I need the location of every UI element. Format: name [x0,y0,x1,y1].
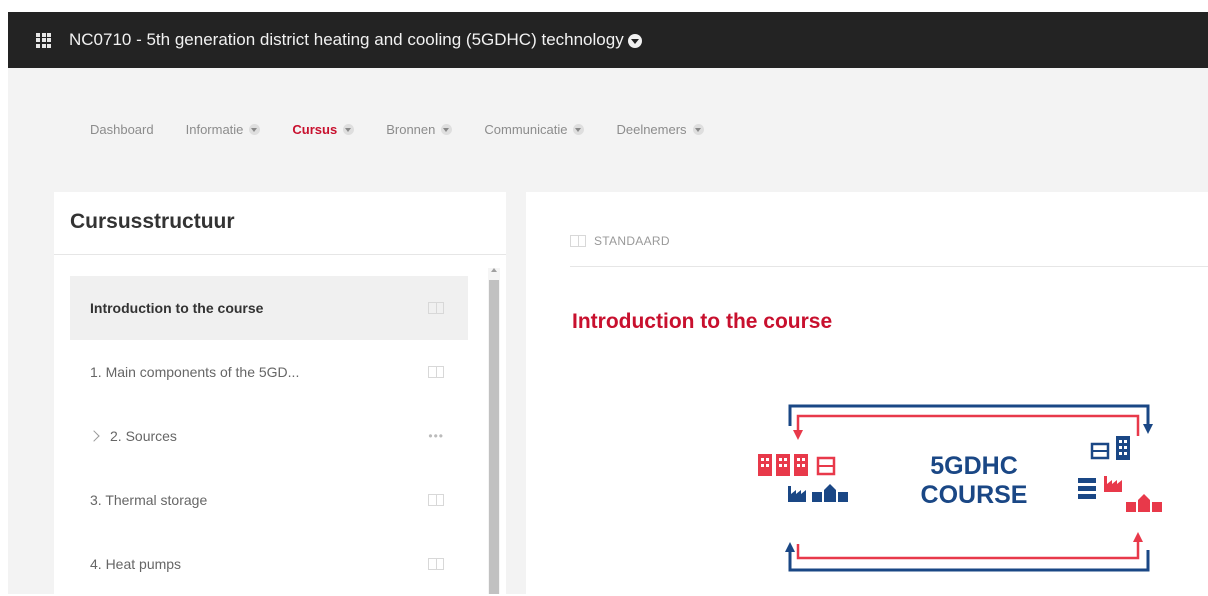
course-tree: Introduction to the course 1. Main compo… [70,276,468,596]
nav-item-bronnen[interactable]: Bronnen [386,122,453,137]
nav-label: Cursus [292,122,338,137]
tree-item-label: Introduction to the course [90,300,264,316]
tree-item-label: 1. Main components of the 5GD... [90,364,300,380]
course-nav: Dashboard Informatie Cursus Bronnen Comm… [90,122,736,137]
chevron-down-icon[interactable] [627,34,642,48]
nav-label: Informatie [185,122,244,137]
tree-item-thermal-storage[interactable]: 3. Thermal storage [70,468,468,532]
nav-item-dashboard[interactable]: Dashboard [90,122,154,137]
content-type-label: STANDAARD [570,234,670,248]
sidebar-scrollbar[interactable] [488,268,500,594]
divider [570,266,1208,267]
book-icon [428,558,444,570]
nav-label: Dashboard [90,122,154,137]
book-icon [428,494,444,506]
chevron-down-icon [343,124,355,135]
course-structure-panel: Cursusstructuur Introduction to the cour… [54,192,506,594]
divider [54,254,506,255]
chevron-down-icon [441,124,453,135]
nav-item-deelnemers[interactable]: Deelnemers [616,122,704,137]
logo-line-1: 5GDHC [930,452,1018,480]
tree-item-main-components[interactable]: 1. Main components of the 5GD... [70,340,468,404]
tree-item-label: 4. Heat pumps [90,556,182,572]
nav-item-communicatie[interactable]: Communicatie [484,122,585,137]
course-logo: 5GDHC COURSE [752,398,1188,584]
logo-text: 5GDHC COURSE [899,452,1049,510]
nav-label: Bronnen [386,122,436,137]
chevron-down-icon [573,124,585,135]
top-bar: NC0710 - 5th generation district heating… [8,12,1208,68]
tree-item-sources[interactable]: 2. Sources ••• [70,404,468,468]
more-dots-icon[interactable]: ••• [428,429,444,443]
chevron-right-icon[interactable] [88,430,100,442]
apps-grid-icon[interactable] [36,32,51,48]
logo-line-2: COURSE [920,481,1028,509]
book-icon [570,235,586,247]
scrollbar-thumb[interactable] [489,280,499,594]
scroll-up-icon[interactable] [491,268,497,272]
nav-item-informatie[interactable]: Informatie [186,122,261,137]
panel-title: Cursusstructuur [70,210,235,233]
tree-item-heat-pumps[interactable]: 4. Heat pumps [70,532,468,596]
content-panel: STANDAARD Introduction to the course 5GD… [526,192,1208,594]
tree-item-introduction[interactable]: Introduction to the course [70,276,468,340]
lesson-title: Introduction to the course [572,310,833,333]
nav-label: Deelnemers [616,122,687,137]
book-icon [428,366,444,378]
content-type-text: STANDAARD [594,234,670,248]
book-icon [428,302,444,314]
tree-item-label: 2. Sources [110,428,177,444]
tree-item-label: 3. Thermal storage [90,492,208,508]
chevron-down-icon [692,124,704,135]
nav-label: Communicatie [484,122,568,137]
nav-item-cursus[interactable]: Cursus [292,122,355,137]
course-title[interactable]: NC0710 - 5th generation district heating… [69,30,624,50]
chevron-down-icon [249,124,261,135]
